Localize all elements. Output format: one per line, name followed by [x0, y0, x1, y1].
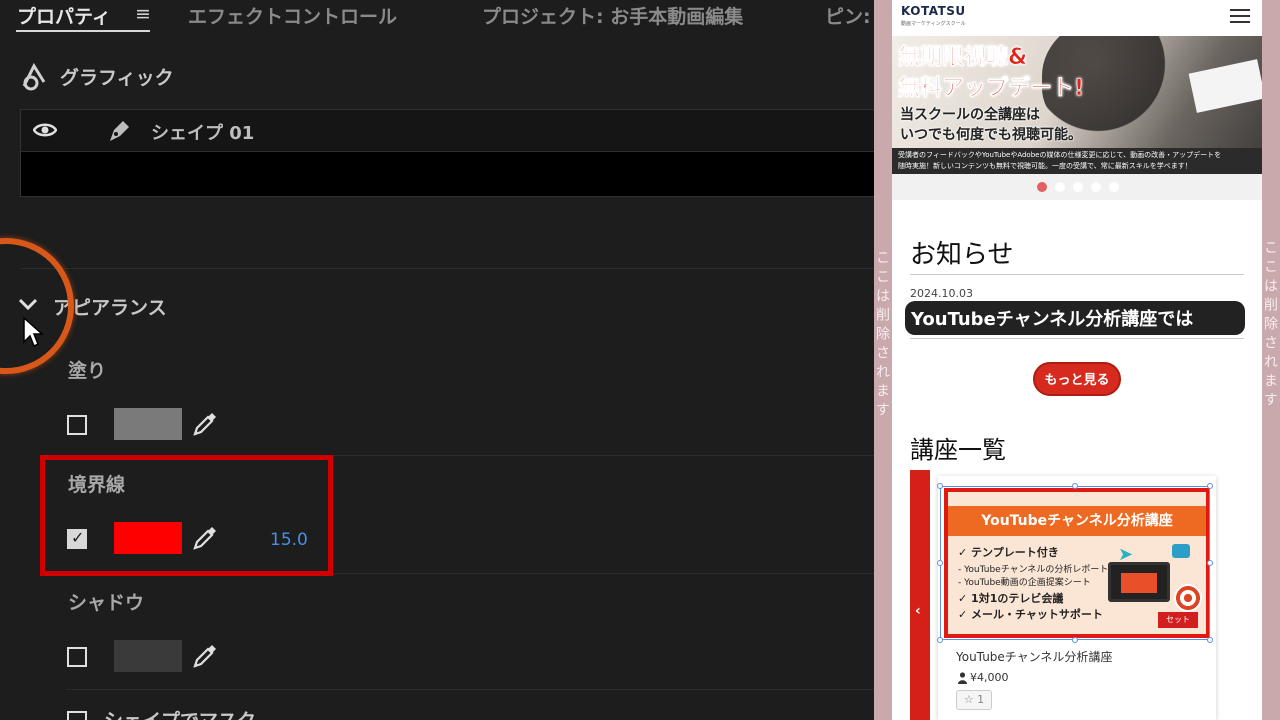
banner-caption-strip: 受講者のフィードバックやYouTubeやAdobeの媒体の仕様変更に応じて、動画…: [892, 148, 1262, 174]
site-header: KOTATSU 動画マーケティングスクール: [892, 0, 1262, 36]
fill-label: 塗り: [68, 360, 107, 382]
tab-effect-controls[interactable]: エフェクトコントロール: [188, 2, 397, 29]
more-button[interactable]: もっと見る: [1033, 362, 1121, 396]
tab-project[interactable]: プロジェクト: お手本動画編集: [482, 2, 743, 29]
side-note-right: ここは削除されます: [1262, 240, 1278, 411]
click-indicator-ring: [0, 238, 74, 374]
carousel-dot[interactable]: [1037, 182, 1047, 192]
courses-section-title: 講座一覧: [910, 436, 1006, 464]
banner-headline-2: 無料アップデート!: [898, 76, 1085, 102]
mouse-cursor-icon: [23, 316, 44, 348]
layer-name: シェイプ 01: [151, 123, 255, 144]
resize-handle[interactable]: [937, 483, 943, 489]
mask-checkbox[interactable]: [67, 711, 87, 720]
section-divider: [20, 268, 874, 269]
eyedropper-icon[interactable]: [191, 642, 219, 670]
carousel-dot[interactable]: [1055, 182, 1065, 192]
resize-handle[interactable]: [1207, 483, 1213, 489]
section-divider: [66, 689, 874, 690]
course-name[interactable]: YouTubeチャンネル分析講座: [956, 648, 1112, 665]
mobile-page: KOTATSU 動画マーケティングスクール 無期限視聴& 無料アップデート! 当…: [892, 0, 1262, 720]
shadow-checkbox[interactable]: [67, 647, 87, 667]
pen-icon: [110, 121, 129, 141]
graphics-icon: [22, 62, 46, 91]
resize-handle[interactable]: [1207, 637, 1213, 643]
news-divider: [910, 274, 1244, 275]
carousel-dot[interactable]: [1073, 182, 1083, 192]
eyedropper-icon[interactable]: [191, 410, 219, 438]
news-headline[interactable]: YouTubeチャンネル分析講座では: [905, 301, 1245, 335]
layer-list: シェイプ 01: [20, 109, 874, 197]
banner-headline-1: 無期限視聴&: [898, 45, 1028, 71]
banner-caption-line-1: 受講者のフィードバックやYouTubeやAdobeの媒体の仕様変更に応じて、動画…: [898, 151, 1222, 159]
carousel-dot[interactable]: [1109, 182, 1119, 192]
banner-subline-2: いつでも何度でも視聴可能。: [900, 127, 1082, 143]
banner-photo-paper: [1188, 59, 1262, 113]
favorite-button[interactable]: ☆ 1: [956, 690, 992, 710]
site-logo-subtitle: 動画マーケティングスクール: [901, 21, 966, 27]
user-icon: [958, 672, 967, 684]
website-preview: ここは削除されます ここは削除されます KOTATSU 動画マーケティングスクー…: [874, 0, 1280, 720]
hero-banner[interactable]: 無期限視聴& 無料アップデート! 当スクールの全講座は いつでも何度でも視聴可能…: [892, 36, 1262, 174]
panel-menu-icon[interactable]: ≡: [135, 3, 151, 25]
banner-subline-1: 当スクールの全講座は: [900, 107, 1040, 123]
eye-icon[interactable]: [33, 121, 57, 139]
side-note-left: ここは削除されます: [874, 250, 890, 421]
fill-checkbox[interactable]: [67, 415, 87, 435]
news-date: 2024.10.03: [910, 287, 973, 300]
selection-frame: [937, 483, 1213, 643]
layer-row-shape[interactable]: シェイプ 01: [21, 110, 874, 152]
site-logo[interactable]: KOTATSU: [901, 4, 966, 18]
tab-pin[interactable]: ピン:: [825, 2, 871, 29]
shadow-label: シャドウ: [68, 592, 145, 614]
news-section-title: お知らせ: [910, 240, 1014, 270]
tab-properties[interactable]: プロパティ: [17, 2, 111, 29]
news-divider: [910, 338, 1244, 339]
resize-handle[interactable]: [937, 637, 943, 643]
resize-handle[interactable]: [1072, 637, 1078, 643]
properties-panel: プロパティ ≡ エフェクトコントロール プロジェクト: お手本動画編集 ピン: …: [0, 0, 874, 720]
resize-handle[interactable]: [937, 560, 943, 566]
course-price: ¥4,000: [970, 671, 1009, 684]
mask-label: シェイプでマスク: [104, 706, 256, 720]
graphics-title: グラフィック: [60, 67, 174, 89]
hamburger-menu-icon[interactable]: [1230, 9, 1250, 24]
banner-caption-line-2: 随時実施！新しいコンテンツも無料で視聴可能。一度の受講で、常に最新スキルを学べま…: [898, 162, 1192, 170]
course-card[interactable]: YouTubeチャンネル分析講座 ✓ テンプレート付き - YouTubeチャン…: [937, 476, 1216, 720]
panel-tab-bar: プロパティ ≡ エフェクトコントロール プロジェクト: お手本動画編集 ピン:: [0, 0, 874, 36]
carousel-dot[interactable]: [1091, 182, 1101, 192]
chevron-left-icon[interactable]: ‹: [915, 603, 921, 619]
shadow-color-swatch[interactable]: [114, 640, 182, 672]
carousel-prev-bar[interactable]: [910, 470, 930, 720]
active-tab-indicator: [16, 30, 150, 32]
stroke-highlight-box: [40, 455, 333, 576]
resize-handle[interactable]: [1207, 560, 1213, 566]
resize-handle[interactable]: [1072, 483, 1078, 489]
carousel-dots: [892, 174, 1262, 200]
fill-color-swatch[interactable]: [114, 408, 182, 440]
